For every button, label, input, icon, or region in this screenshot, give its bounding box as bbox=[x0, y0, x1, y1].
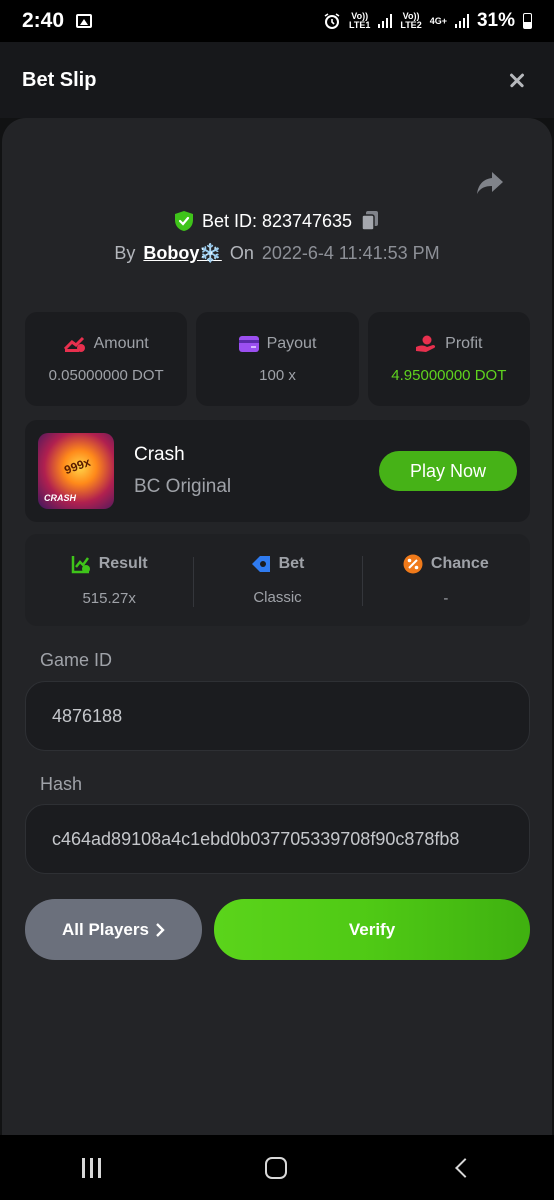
bet-column: Bet Classic bbox=[193, 554, 361, 607]
status-bar: 2:40 Vo)) LTE1 Vo)) LTE2 4G+ 31% bbox=[0, 0, 554, 42]
signal-icon bbox=[378, 14, 393, 28]
play-now-button[interactable]: Play Now bbox=[379, 451, 517, 491]
all-players-label: All Players bbox=[62, 919, 149, 939]
sim2-label: Vo)) LTE2 bbox=[400, 11, 422, 30]
verify-button[interactable]: Verify bbox=[214, 899, 530, 960]
signal-icon bbox=[454, 14, 469, 28]
by-label: By bbox=[114, 243, 136, 263]
result-label: Result bbox=[98, 554, 148, 572]
user-link[interactable]: Boboy❄️ bbox=[143, 243, 221, 264]
status-time: 2:40 bbox=[22, 9, 65, 32]
result-column: Result 515.27x bbox=[25, 554, 193, 607]
image-icon bbox=[76, 14, 93, 28]
payout-value: 100 x bbox=[259, 366, 296, 384]
ticket-icon bbox=[251, 555, 270, 572]
on-label: On bbox=[229, 243, 254, 263]
hash-label: Hash bbox=[40, 774, 83, 794]
bet-label: Bet bbox=[278, 554, 305, 572]
amount-value: 0.05000000 DOT bbox=[48, 366, 164, 384]
stat-payout: Payout 100 x bbox=[196, 312, 359, 406]
coins-icon bbox=[63, 336, 85, 352]
close-icon[interactable] bbox=[502, 65, 532, 95]
battery-percent: 31% bbox=[476, 10, 515, 31]
payout-label: Payout bbox=[266, 334, 317, 352]
amount-label: Amount bbox=[93, 334, 149, 352]
game-info: Crash BC Original bbox=[134, 444, 231, 498]
recent-apps-icon[interactable] bbox=[82, 1157, 102, 1178]
system-nav-bar bbox=[0, 1135, 554, 1200]
profit-label: Profit bbox=[445, 334, 483, 352]
all-players-button[interactable]: All Players bbox=[25, 899, 202, 960]
bet-slip-card bbox=[2, 118, 552, 1135]
page-title: Bet Slip bbox=[22, 68, 97, 91]
game-id-field[interactable]: 4876188 bbox=[25, 681, 530, 751]
game-id-label: Game ID bbox=[40, 650, 113, 670]
chance-column: Chance - bbox=[361, 554, 530, 607]
network-label: 4G+ bbox=[429, 15, 447, 26]
hash-field[interactable]: c464ad89108a4c1ebd0b037705339708f90c878f… bbox=[25, 804, 530, 874]
sim1-label: Vo)) LTE1 bbox=[349, 11, 371, 30]
share-icon[interactable] bbox=[476, 170, 504, 196]
bet-date: 2022-6-4 11:41:53 PM bbox=[261, 243, 440, 263]
bet-byline: By Boboy❄️ On 2022-6-4 11:41:53 PM bbox=[0, 243, 554, 264]
profit-value: 4.95000000 DOT bbox=[391, 366, 507, 384]
chance-value: - bbox=[443, 589, 449, 607]
game-name: Crash bbox=[134, 444, 185, 465]
chevron-right-icon bbox=[156, 922, 165, 937]
alarm-icon bbox=[324, 13, 340, 29]
crash-game-thumbnail[interactable]: 999x CRASH bbox=[38, 433, 114, 509]
copy-icon[interactable] bbox=[360, 210, 380, 232]
battery-icon bbox=[523, 13, 532, 29]
home-icon[interactable] bbox=[265, 1156, 288, 1179]
hand-coin-icon bbox=[416, 335, 436, 352]
percent-icon bbox=[403, 554, 423, 573]
chance-label: Chance bbox=[430, 554, 489, 572]
stat-amount: Amount 0.05000000 DOT bbox=[25, 312, 188, 406]
status-icons: Vo)) LTE1 Vo)) LTE2 4G+ 31% bbox=[323, 10, 532, 32]
bet-id: Bet ID: 823747635 bbox=[201, 210, 353, 231]
back-icon[interactable] bbox=[454, 1157, 475, 1178]
chart-check-icon bbox=[71, 555, 90, 573]
header: Bet Slip bbox=[0, 42, 554, 118]
game-provider: BC Original bbox=[134, 476, 232, 497]
bet-id-row: Bet ID: 823747635 bbox=[0, 210, 554, 232]
stat-profit: Profit 4.95000000 DOT bbox=[367, 312, 530, 406]
result-value: 515.27x bbox=[82, 589, 136, 607]
thumb-multiplier: 999x bbox=[62, 454, 93, 478]
bet-value: Classic bbox=[253, 588, 302, 606]
shield-check-icon bbox=[174, 211, 193, 231]
game-card: 999x CRASH Crash BC Original Play Now bbox=[25, 420, 530, 522]
thumb-label: CRASH bbox=[44, 493, 77, 503]
result-box: Result 515.27x Bet Classic Chance - bbox=[25, 534, 530, 626]
wallet-icon bbox=[238, 335, 259, 352]
stats-row: Amount 0.05000000 DOT Payout 100 x Profi… bbox=[25, 312, 530, 406]
